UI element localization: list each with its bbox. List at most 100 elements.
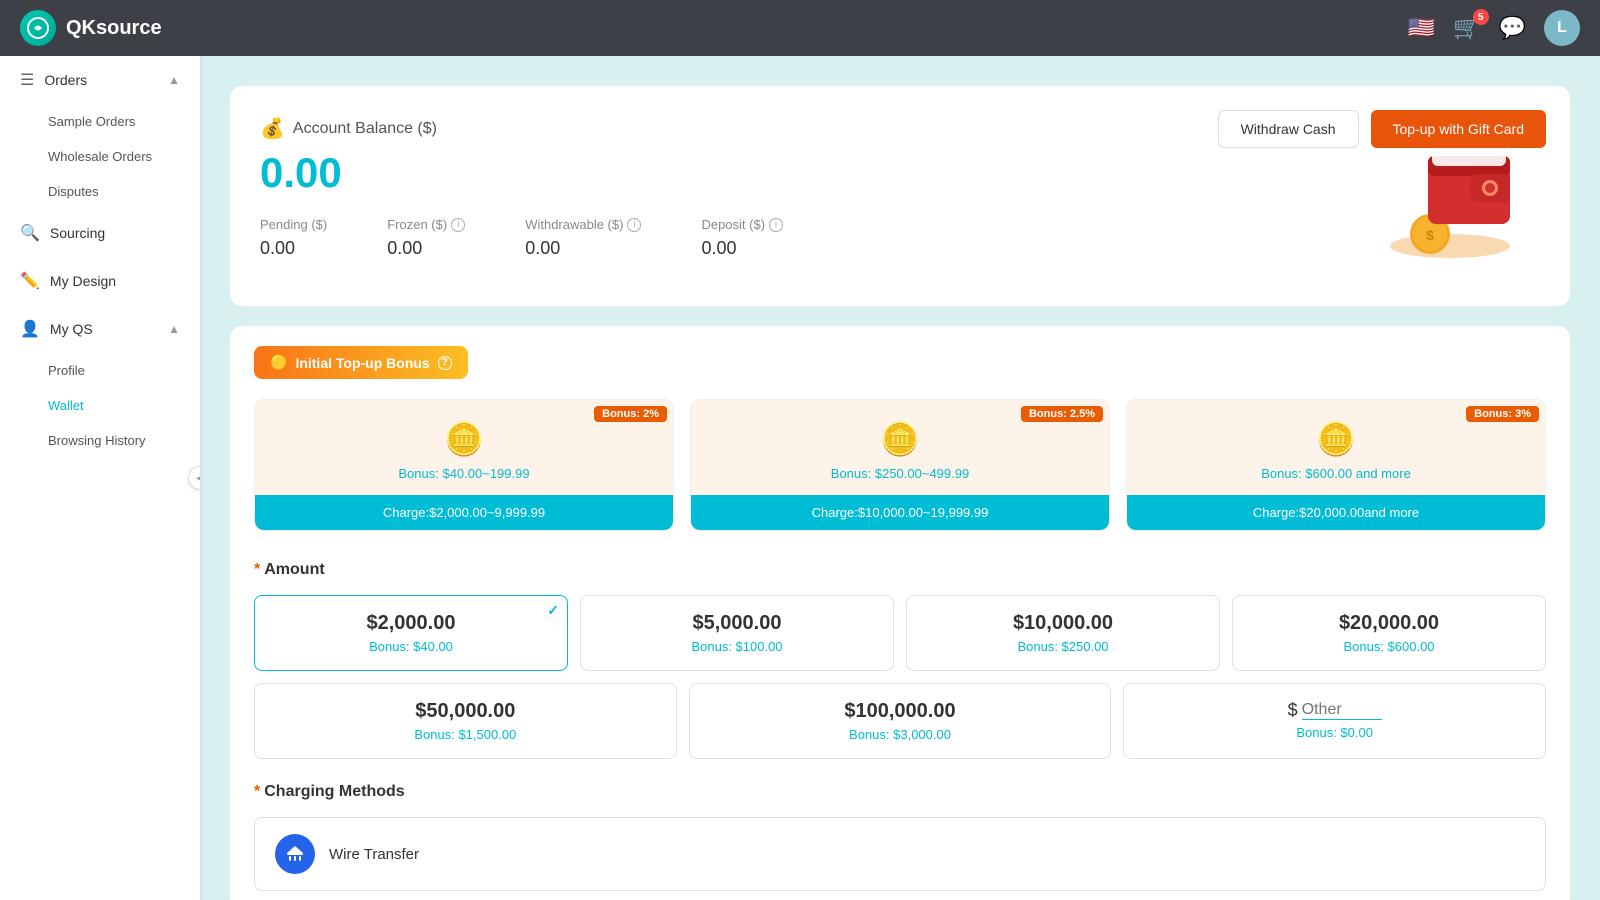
- bonus-icon-3: 🪙: [1143, 420, 1529, 458]
- sidebar-item-sample-orders[interactable]: Sample Orders: [0, 104, 200, 139]
- sidebar-item-my-design[interactable]: ✏️ My Design: [0, 257, 200, 305]
- main-content: Withdraw Cash Top-up with Gift Card 💰 Ac…: [200, 56, 1600, 900]
- my-qs-icon: 👤: [20, 319, 40, 339]
- main-layout: ☰ Orders ▲ Sample Orders Wholesale Order…: [0, 56, 1600, 900]
- other-bonus: Bonus: $0.00: [1140, 725, 1529, 740]
- amount-card-50000[interactable]: $50,000.00 Bonus: $1,500.00: [254, 683, 677, 759]
- sidebar-item-wholesale-orders[interactable]: Wholesale Orders: [0, 139, 200, 174]
- balance-wallet-icon: 💰: [260, 116, 285, 141]
- orders-label: Orders: [44, 72, 87, 88]
- bonus-charge-3: Charge:$20,000.00and more: [1127, 495, 1545, 530]
- bonus-info-icon[interactable]: ?: [438, 356, 452, 370]
- sidebar-collapse-button[interactable]: ◀: [188, 466, 200, 490]
- bonus-header: 🟡 Initial Top-up Bonus ?: [254, 346, 468, 379]
- withdraw-cash-button[interactable]: Withdraw Cash: [1218, 110, 1359, 148]
- amount-value-100000: $100,000.00: [706, 700, 1095, 723]
- bank-icon: [285, 844, 305, 864]
- amount-card-10000[interactable]: $10,000.00 Bonus: $250.00: [906, 595, 1220, 671]
- sidebar-item-sourcing[interactable]: 🔍 Sourcing: [0, 209, 200, 257]
- sidebar: ☰ Orders ▲ Sample Orders Wholesale Order…: [0, 56, 200, 900]
- bonus-badge-3: Bonus: 3%: [1466, 406, 1539, 422]
- sidebar-item-orders[interactable]: ☰ Orders ▲: [0, 56, 200, 104]
- amount-section-title: * Amount: [254, 561, 1546, 579]
- header-right: 🇺🇸 🛒 5 💬 L: [1408, 10, 1580, 46]
- stat-withdrawable: Withdrawable ($) i 0.00: [525, 217, 641, 259]
- amount-card-20000[interactable]: $20,000.00 Bonus: $600.00: [1232, 595, 1546, 671]
- amount-grid-2: $50,000.00 Bonus: $1,500.00 $100,000.00 …: [254, 683, 1546, 759]
- bonus-tier-2: Bonus: 2.5% 🪙 Bonus: $250.00~499.99 Char…: [690, 399, 1110, 531]
- bonus-charge-1: Charge:$2,000.00~9,999.99: [255, 495, 673, 530]
- bonus-label-3: Bonus: $600.00 and more: [1143, 466, 1529, 481]
- dollar-sign: $: [1288, 700, 1298, 721]
- cart-badge: 5: [1473, 9, 1489, 25]
- app-title: QKsource: [66, 17, 162, 40]
- charging-section: * Charging Methods Wire Transfer: [254, 783, 1546, 891]
- logo-area: QKsource: [20, 10, 162, 46]
- amount-bonus-100000: Bonus: $3,000.00: [706, 727, 1095, 742]
- bonus-section: 🟡 Initial Top-up Bonus ? Bonus: 2% 🪙 Bon…: [230, 326, 1570, 900]
- bonus-tiers: Bonus: 2% 🪙 Bonus: $40.00~199.99 Charge:…: [254, 399, 1546, 531]
- balance-amount: 0.00: [260, 149, 1360, 197]
- amount-grid: ✓ $2,000.00 Bonus: $40.00 $5,000.00 Bonu…: [254, 595, 1546, 671]
- bonus-icon-1: 🪙: [271, 420, 657, 458]
- amount-bonus-2000: Bonus: $40.00: [271, 639, 551, 654]
- wire-transfer-icon: [275, 834, 315, 874]
- logo-icon: [20, 10, 56, 46]
- orders-icon: ☰: [20, 70, 34, 90]
- stat-deposit: Deposit ($) i 0.00: [701, 217, 783, 259]
- amount-required-star: *: [254, 561, 260, 579]
- bonus-label-2: Bonus: $250.00~499.99: [707, 466, 1093, 481]
- flag-icon[interactable]: 🇺🇸: [1408, 15, 1435, 41]
- amount-card-100000[interactable]: $100,000.00 Bonus: $3,000.00: [689, 683, 1112, 759]
- wire-transfer-card[interactable]: Wire Transfer: [254, 817, 1546, 891]
- bonus-coin-icon: 🟡: [270, 354, 287, 371]
- frozen-info-icon[interactable]: i: [451, 218, 465, 232]
- sidebar-item-wallet[interactable]: Wallet: [0, 388, 200, 423]
- sidebar-item-disputes[interactable]: Disputes: [0, 174, 200, 209]
- messages-button[interactable]: 💬: [1499, 15, 1526, 41]
- sidebar-item-profile[interactable]: Profile: [0, 353, 200, 388]
- my-qs-collapse-icon: ▲: [168, 322, 180, 336]
- svg-text:$: $: [1426, 227, 1434, 243]
- sidebar-item-my-qs[interactable]: 👤 My QS ▲: [0, 305, 200, 353]
- bonus-badge-1: Bonus: 2%: [594, 406, 667, 422]
- balance-title: 💰 Account Balance ($): [260, 116, 1360, 141]
- amount-value-2000: $2,000.00: [271, 612, 551, 635]
- balance-stats: Pending ($) 0.00 Frozen ($) i 0.00: [260, 217, 1360, 259]
- amount-bonus-10000: Bonus: $250.00: [923, 639, 1203, 654]
- topup-gift-card-button[interactable]: Top-up with Gift Card: [1371, 110, 1547, 148]
- amount-value-10000: $10,000.00: [923, 612, 1203, 635]
- sourcing-icon: 🔍: [20, 223, 40, 243]
- bonus-label-1: Bonus: $40.00~199.99: [271, 466, 657, 481]
- avatar[interactable]: L: [1544, 10, 1580, 46]
- amount-bonus-20000: Bonus: $600.00: [1249, 639, 1529, 654]
- amount-bonus-5000: Bonus: $100.00: [597, 639, 877, 654]
- design-icon: ✏️: [20, 271, 40, 291]
- cart-button[interactable]: 🛒 5: [1453, 15, 1480, 41]
- top-buttons: Withdraw Cash Top-up with Gift Card: [1218, 110, 1546, 148]
- charging-required-star: *: [254, 783, 260, 801]
- orders-collapse-icon: ▲: [168, 73, 180, 87]
- sourcing-label: Sourcing: [50, 225, 105, 241]
- amount-check-icon: ✓: [547, 602, 559, 619]
- amount-value-20000: $20,000.00: [1249, 612, 1529, 635]
- stat-frozen: Frozen ($) i 0.00: [387, 217, 465, 259]
- other-amount-input[interactable]: [1302, 701, 1382, 720]
- bonus-tier-1: Bonus: 2% 🪙 Bonus: $40.00~199.99 Charge:…: [254, 399, 674, 531]
- amount-bonus-50000: Bonus: $1,500.00: [271, 727, 660, 742]
- header: QKsource 🇺🇸 🛒 5 💬 L: [0, 0, 1600, 56]
- amount-card-other[interactable]: $ Bonus: $0.00: [1123, 683, 1546, 759]
- wire-transfer-label: Wire Transfer: [329, 846, 419, 863]
- bonus-badge-2: Bonus: 2.5%: [1021, 406, 1103, 422]
- sidebar-item-browsing-history[interactable]: Browsing History: [0, 423, 200, 458]
- bonus-tier-3: Bonus: 3% 🪙 Bonus: $600.00 and more Char…: [1126, 399, 1546, 531]
- amount-card-5000[interactable]: $5,000.00 Bonus: $100.00: [580, 595, 894, 671]
- deposit-info-icon[interactable]: i: [769, 218, 783, 232]
- amount-value-5000: $5,000.00: [597, 612, 877, 635]
- amount-value-50000: $50,000.00: [271, 700, 660, 723]
- amount-card-2000[interactable]: ✓ $2,000.00 Bonus: $40.00: [254, 595, 568, 671]
- stat-pending: Pending ($) 0.00: [260, 217, 327, 259]
- withdrawable-info-icon[interactable]: i: [627, 218, 641, 232]
- my-design-label: My Design: [50, 273, 116, 289]
- bonus-charge-2: Charge:$10,000.00~19,999.99: [691, 495, 1109, 530]
